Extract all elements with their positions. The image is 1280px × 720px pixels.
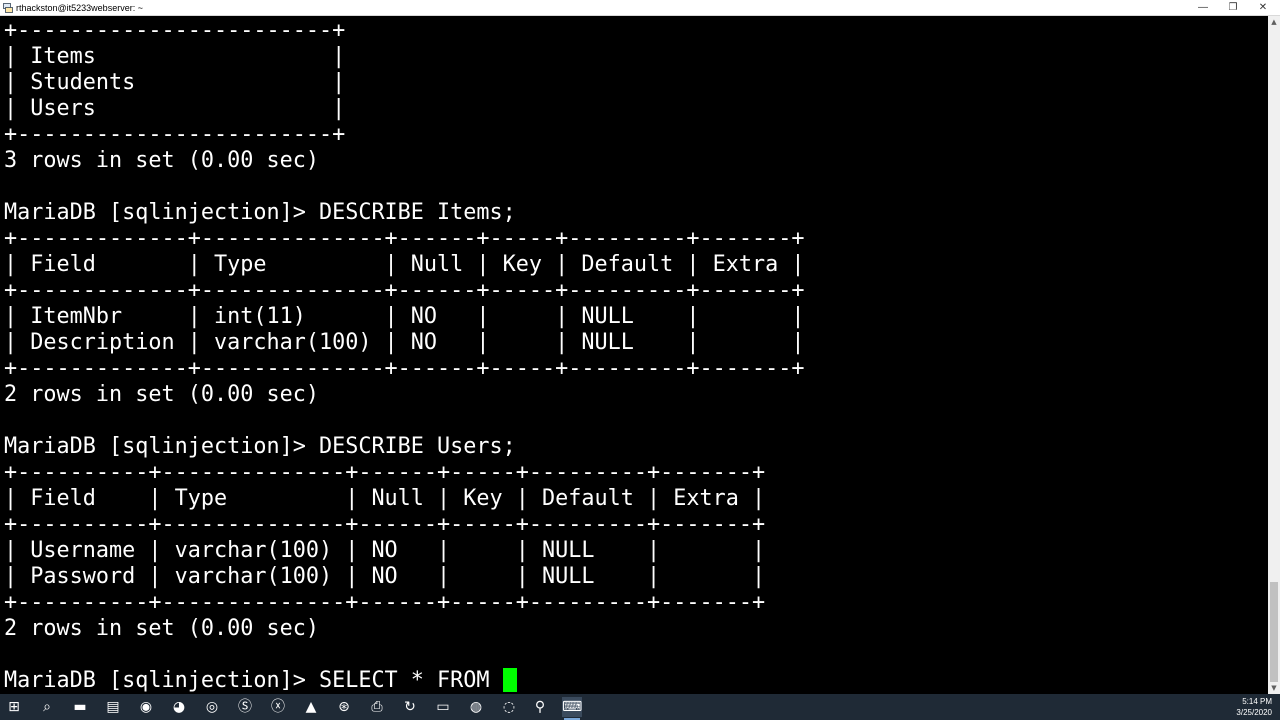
taskbar-clock[interactable]: 5:14 PM 3/25/2020 [1236,696,1272,718]
terminal-line: | Field | Type | Null | Key | Default | … [4,486,766,511]
windows-start-icon[interactable]: ⊞ [4,697,24,717]
terminal-line: 2 rows in set (0.00 sec) [4,382,319,407]
terminal-line: +----------+--------------+------+-----+… [4,512,766,537]
terminal-line: | Users | [4,96,346,121]
notepad-icon[interactable]: ▤ [103,697,123,717]
clock-date: 3/25/2020 [1236,708,1272,717]
printer-icon[interactable]: ⎙ [367,697,387,717]
terminal-prompt-line: MariaDB [sqlinjection]> SELECT * FROM [4,668,805,694]
remote-desktop-icon[interactable]: ▭ [433,697,453,717]
vertical-scrollbar[interactable]: ▲ ▼ [1268,16,1280,694]
terminal-line: +-------------+--------------+------+---… [4,278,805,303]
taskbar: ⊞ ⌕ ▬ ▤ ◉ ◕ ◎ Ⓢⓧ ▲ ⊛ ⎙ ↻ ▭ ◍ ◌ ⚲ ⌨ 5:14 PM 3/25/2020 [0,694,1280,720]
terminal-output[interactable]: +------------------------+ | Items | | Stu… [0,16,1268,694]
chrome-icon[interactable]: ◉ [136,697,156,717]
file-explorer-icon[interactable]: ▬ [70,697,90,717]
xbox-icon[interactable]: ⓧ [268,697,288,717]
terminal-line: | Username | varchar(100) | NO | | NULL … [4,538,766,563]
terminal-line: | Password | varchar(100) | NO | | NULL … [4,564,766,589]
clock-time: 5:14 PM [1242,697,1272,706]
terminal-line: +-------------+--------------+------+---… [4,356,805,381]
terminal-line: +----------+--------------+------+-----+… [4,590,766,615]
azure-icon[interactable]: ▲ [301,697,321,717]
minimize-button[interactable]: — [1188,0,1218,15]
terminal-line: | Students | [4,70,346,95]
command-input-text[interactable]: MariaDB [sqlinjection]> SELECT * FROM [4,668,503,693]
terminal-line: MariaDB [sqlinjection]> DESCRIBE Users; [4,434,516,459]
scrollbar-thumb[interactable] [1270,582,1278,682]
terminal-line: 3 rows in set (0.00 sec) [4,148,319,173]
text-cursor [502,668,517,692]
terminal-line: | Field | Type | Null | Key | Default | … [4,252,805,277]
terminal-line: MariaDB [sqlinjection]> DESCRIBE Items; [4,200,516,225]
terminal-text: +------------------------+ | Items | | Stu… [4,18,805,694]
terminal-line: +------------------------+ [4,122,346,147]
maps-icon[interactable]: ⚲ [530,697,550,717]
terminal-line: +----------+--------------+------+-----+… [4,460,766,485]
search-icon[interactable]: ⌕ [37,697,57,717]
terminal-line: | ItemNbr | int(11) | NO | | NULL | | [4,304,805,329]
steam-icon[interactable]: ⊛ [334,697,354,717]
terminal-line: | Description | varchar(100) | NO | | NU… [4,330,805,355]
scroll-down-arrow-icon[interactable]: ▼ [1268,682,1280,694]
browser-icon[interactable]: ◌ [499,697,519,717]
refresh-app-icon[interactable]: ↻ [400,697,420,717]
skype-icon[interactable]: Ⓢ [235,697,255,717]
terminal-line: 2 rows in set (0.00 sec) [4,616,319,641]
terminal-line: | Items | [4,44,346,69]
terminal-line: +------------------------+ [4,18,346,43]
network-icon[interactable]: ◍ [466,697,486,717]
terminal-window: rthackston@it5233webserver: ~ — ❐ ✕ +---… [0,0,1280,694]
title-bar[interactable]: rthackston@it5233webserver: ~ — ❐ ✕ [0,0,1280,16]
firefox-icon[interactable]: ◕ [169,697,189,717]
discord-icon[interactable]: ◎ [202,697,222,717]
scroll-up-arrow-icon[interactable]: ▲ [1268,16,1280,28]
putty-app-icon [3,3,13,13]
restore-button[interactable]: ❐ [1218,0,1248,15]
close-button[interactable]: ✕ [1248,0,1278,15]
window-title: rthackston@it5233webserver: ~ [16,3,143,13]
putty-icon[interactable]: ⌨ [562,697,582,720]
terminal-line: +-------------+--------------+------+---… [4,226,805,251]
